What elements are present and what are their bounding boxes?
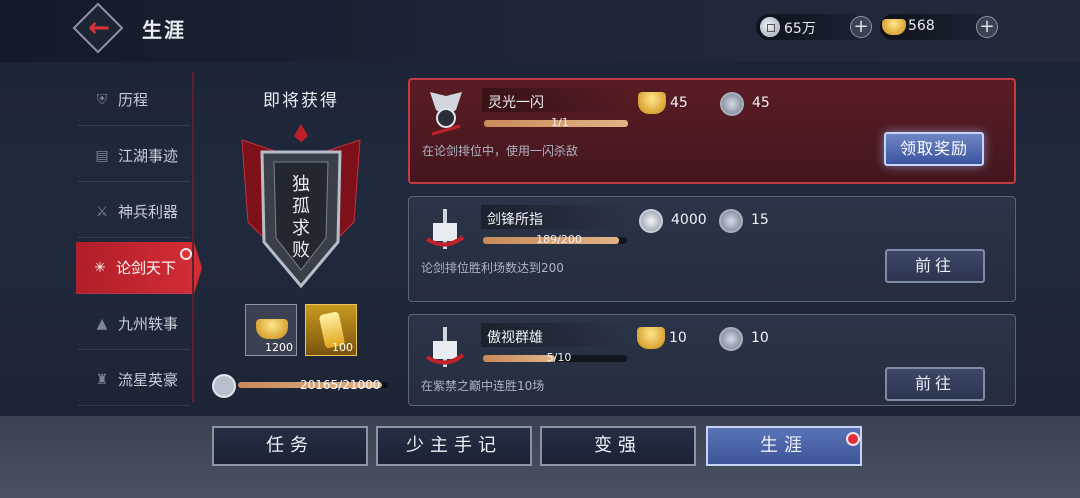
reward-value: 10	[751, 330, 769, 346]
task-description: 在论剑排位中，使用一闪杀敌	[422, 144, 579, 158]
add-silver-button[interactable]: +	[850, 16, 872, 38]
reward-qty: 100	[332, 341, 353, 354]
tab-journal[interactable]: 少主手记	[376, 426, 532, 466]
sidebar: ⛨ 历程 ▤ 江湖事迹 ⚔ 神兵利器 ✳ 论剑天下 ▲ 九州轶事 ♜ 流星英豪	[76, 72, 202, 406]
reward-qty: 1200	[265, 341, 293, 354]
task-card: 灵光一闪 45 45 1/1 在论剑排位中，使用一闪杀敌 领取奖励	[408, 78, 1016, 184]
tab-strengthen[interactable]: 变强	[540, 426, 696, 466]
crossed-swords-icon: ⚔	[95, 203, 109, 220]
emblem-char: 孤	[292, 196, 310, 217]
task-progress-text: 189/200	[536, 233, 582, 246]
figure-icon: ♜	[95, 371, 109, 388]
xp-progress-text: 20165/21000	[300, 378, 381, 392]
task-progress-text: 5/10	[546, 351, 572, 364]
reward-value: 15	[751, 212, 769, 228]
reward-item-ingot[interactable]: 1200	[245, 304, 297, 356]
task-name: 傲视群雄	[487, 330, 543, 346]
notification-badge	[180, 248, 192, 260]
task-progress-text: 1/1	[551, 116, 569, 129]
sidebar-item-weapons[interactable]: ⚔ 神兵利器	[78, 186, 190, 238]
back-arrow-icon[interactable]: ←	[84, 14, 114, 42]
sidebar-item-label: 神兵利器	[118, 203, 179, 221]
task-description: 论剑排位胜利场数达到200	[421, 261, 564, 275]
add-gold-button[interactable]: +	[976, 16, 998, 38]
upcoming-reward-title: 即将获得	[263, 91, 339, 111]
notification-badge	[846, 432, 860, 446]
lotus-icon	[720, 92, 744, 116]
sidebar-item-label: 江湖事迹	[118, 147, 179, 165]
gold-ingot-icon	[637, 327, 665, 349]
task-name: 剑锋所指	[487, 212, 543, 228]
sidebar-item-arena[interactable]: ✳ 论剑天下	[76, 242, 202, 294]
gold-ingot-icon	[882, 19, 906, 35]
mountain-icon: ▲	[96, 315, 108, 332]
tab-tasks[interactable]: 任务	[212, 426, 368, 466]
sword-banner-icon	[425, 327, 465, 367]
emblem-char: 败	[292, 240, 310, 261]
claim-reward-button[interactable]: 领取奖励	[884, 132, 984, 166]
lotus-icon	[719, 209, 743, 233]
reward-value: 45	[752, 95, 770, 111]
sidebar-item-deeds[interactable]: ▤ 江湖事迹	[78, 130, 190, 182]
emblem-char: 独	[292, 174, 310, 195]
task-card: 傲视群雄 10 10 5/10 在紫禁之巅中连胜10场 前往	[408, 314, 1016, 406]
silver-coin-icon	[639, 209, 663, 233]
lotus-icon	[719, 327, 743, 351]
sidebar-item-label: 九州轶事	[118, 315, 179, 333]
gold-ingot-icon	[638, 92, 666, 114]
lotus-icon	[212, 374, 236, 398]
shield-icon: ⛨	[96, 91, 108, 108]
sidebar-item-history[interactable]: ⛨ 历程	[78, 74, 190, 126]
task-card: 剑锋所指 4000 15 189/200 论剑排位胜利场数达到200 前往	[408, 196, 1016, 302]
sidebar-item-label: 流星英豪	[118, 371, 179, 389]
sword-banner-icon	[425, 209, 465, 249]
go-button[interactable]: 前往	[885, 367, 985, 401]
sidebar-item-label: 历程	[118, 91, 149, 109]
gold-amount: 568	[908, 18, 935, 34]
task-name: 灵光一闪	[488, 95, 544, 111]
silver-coin-icon	[760, 17, 780, 37]
gold-currency: 568	[880, 14, 990, 40]
sidebar-item-label: 论剑天下	[116, 259, 177, 277]
reward-value: 10	[669, 330, 687, 346]
reward-item-scroll[interactable]: 100	[305, 304, 357, 356]
sidebar-divider	[192, 72, 194, 402]
book-icon: ▤	[95, 147, 109, 164]
reward-value: 4000	[671, 212, 707, 228]
gold-ingot-icon	[256, 319, 288, 339]
tab-career[interactable]: 生涯	[706, 426, 862, 466]
title-emblem: 独 孤 求 败	[241, 124, 361, 289]
sidebar-item-heroes[interactable]: ♜ 流星英豪	[78, 354, 190, 406]
flash-strike-icon	[430, 92, 462, 136]
silver-amount: 65万	[784, 21, 816, 37]
emblem-char: 求	[292, 218, 310, 239]
page-title: 生涯	[142, 18, 186, 42]
task-description: 在紫禁之巅中连胜10场	[421, 379, 545, 393]
reward-value: 45	[670, 95, 688, 111]
sidebar-item-anecdotes[interactable]: ▲ 九州轶事	[78, 298, 190, 350]
burst-icon: ✳	[94, 259, 106, 276]
go-button[interactable]: 前往	[885, 249, 985, 283]
